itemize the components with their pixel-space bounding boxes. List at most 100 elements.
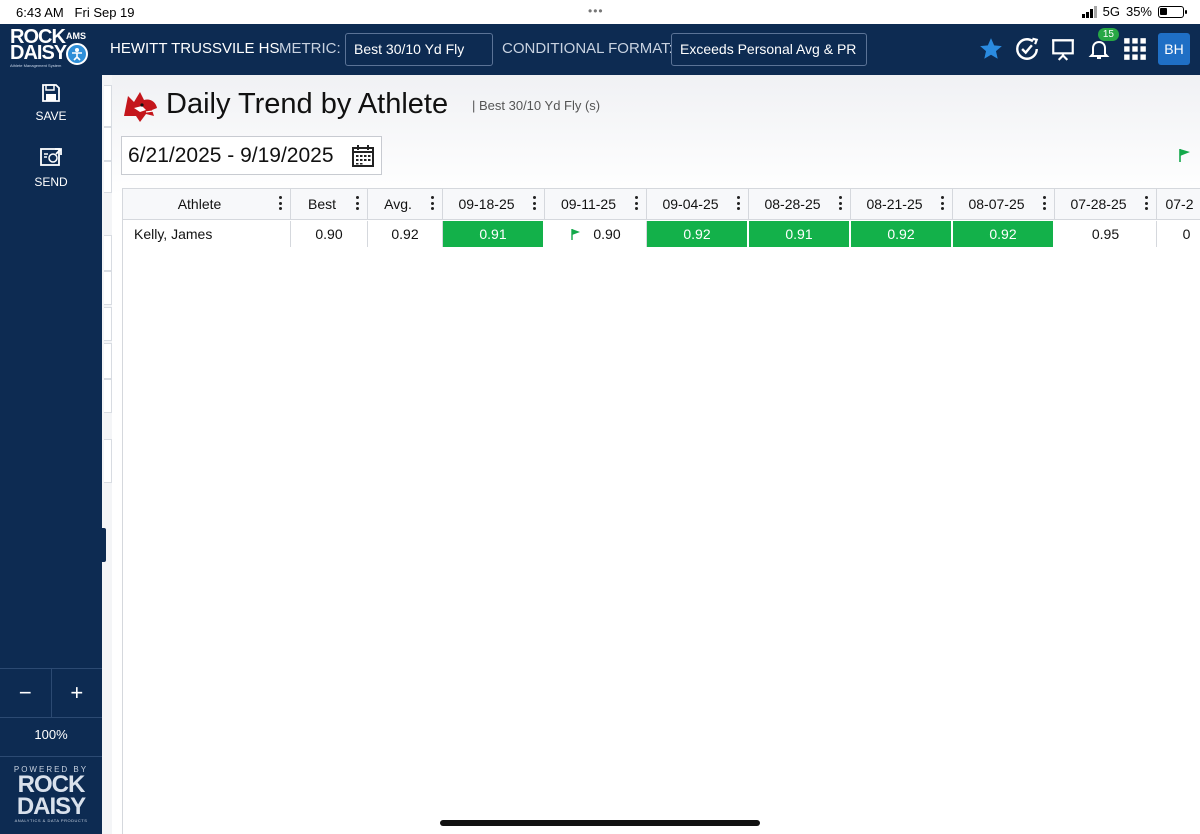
column-menu-icon[interactable] bbox=[839, 196, 842, 210]
trend-value-cell[interactable]: 0.91 bbox=[749, 221, 851, 247]
column-header[interactable]: Avg. bbox=[368, 189, 443, 219]
collapsed-panel-tab[interactable] bbox=[104, 343, 112, 379]
column-menu-icon[interactable] bbox=[279, 196, 282, 210]
column-header-label: 09-11-25 bbox=[560, 196, 616, 212]
logo-daisy: DAISY bbox=[10, 42, 67, 64]
left-sidebar: SAVE SEND − + 100% POWERED BY ROCK DAISY… bbox=[0, 75, 102, 834]
column-header-label: 08-21-25 bbox=[866, 196, 923, 212]
status-bar: 6:43 AM Fri Sep 19 ••• 5G 35% bbox=[0, 0, 1200, 24]
conditional-format-label: CONDITIONAL FORMAT: bbox=[502, 40, 673, 57]
column-header-label: 07-28-25 bbox=[1070, 196, 1127, 212]
favorite-star-icon[interactable] bbox=[978, 36, 1004, 62]
cell-value: Kelly, James bbox=[134, 226, 213, 242]
top-bar: ROCK AMS DAISY Athlete Management System… bbox=[0, 24, 1200, 88]
column-menu-icon[interactable] bbox=[1145, 196, 1148, 210]
top-toolbar: 15 BH bbox=[978, 28, 1190, 66]
column-header-label: Best bbox=[307, 196, 336, 212]
metric-selector[interactable]: Best 30/10 Yd Fly (s) bbox=[345, 33, 493, 88]
column-header[interactable]: Athlete bbox=[123, 189, 291, 219]
collapsed-panel-tab[interactable] bbox=[104, 271, 112, 305]
column-menu-icon[interactable] bbox=[737, 196, 740, 210]
powered-by-logo: POWERED BY ROCK DAISY ANALYTICS & DATA P… bbox=[0, 756, 102, 834]
status-time: 6:43 AM Fri Sep 19 bbox=[16, 5, 135, 20]
trend-value-cell[interactable]: 0.92 bbox=[647, 221, 749, 247]
column-header-label: 07-2 bbox=[1165, 196, 1194, 212]
cell-value: 0 bbox=[1182, 226, 1191, 242]
collapsed-panel-tab[interactable] bbox=[104, 161, 112, 193]
collapsed-panel-tab[interactable] bbox=[104, 307, 112, 341]
pr-flag-legend-icon[interactable] bbox=[1178, 147, 1192, 168]
powered-tagline: ANALYTICS & DATA PRODUCTS bbox=[14, 818, 88, 823]
trend-value-cell[interactable]: 0.95 bbox=[1055, 221, 1157, 247]
trend-value-cell[interactable]: 0 bbox=[1157, 221, 1200, 247]
collapsed-panel-tab[interactable] bbox=[104, 127, 112, 161]
collapsed-panel-tab[interactable] bbox=[104, 235, 112, 271]
date-range-picker[interactable]: 6/21/2025 - 9/19/2025 bbox=[121, 136, 382, 175]
calendar-icon[interactable] bbox=[351, 144, 375, 174]
column-header[interactable]: 09-18-25 bbox=[443, 189, 545, 219]
table-row[interactable]: Kelly, James 0.90 0.92 0.91 0.90 0.92 0.91 0.92… bbox=[123, 221, 1200, 247]
cell-value: 0.95 bbox=[1091, 226, 1120, 242]
logo-ams: AMS bbox=[66, 31, 86, 41]
refresh-check-icon[interactable] bbox=[1014, 36, 1040, 62]
powered-daisy: DAISY bbox=[16, 793, 86, 820]
column-menu-icon[interactable] bbox=[533, 196, 536, 210]
column-header[interactable]: 08-28-25 bbox=[749, 189, 851, 219]
save-button[interactable]: SAVE bbox=[0, 83, 102, 123]
column-header[interactable]: Best bbox=[291, 189, 368, 219]
collapsed-panel-tab[interactable] bbox=[104, 379, 112, 413]
signal-icon bbox=[1081, 5, 1097, 18]
presentation-icon[interactable] bbox=[1050, 36, 1076, 62]
column-menu-icon[interactable] bbox=[1043, 196, 1046, 210]
column-header[interactable]: 07-28-25 bbox=[1055, 189, 1157, 219]
cell-value: 0.92 bbox=[887, 226, 915, 242]
best-cell[interactable]: 0.90 bbox=[291, 221, 368, 247]
notifications-bell-icon[interactable]: 15 bbox=[1086, 28, 1119, 62]
column-menu-icon[interactable] bbox=[635, 196, 638, 210]
cell-value: 0.90 bbox=[593, 226, 621, 242]
athlete-name-cell[interactable]: Kelly, James bbox=[123, 221, 291, 247]
cell-value: 0.92 bbox=[391, 226, 419, 242]
trend-value-cell[interactable]: 0.92 bbox=[953, 221, 1055, 247]
send-button[interactable]: SEND bbox=[0, 145, 102, 189]
column-header[interactable]: 09-11-25 bbox=[545, 189, 647, 219]
battery-label: 35% bbox=[1125, 4, 1152, 19]
rock-daisy-logo[interactable]: ROCK AMS DAISY Athlete Management System bbox=[8, 27, 94, 72]
cell-value: 0.91 bbox=[479, 226, 507, 242]
trend-value-cell[interactable]: 0.92 bbox=[851, 221, 953, 247]
collapsed-panel-tab[interactable] bbox=[104, 85, 112, 127]
trend-value-cell[interactable]: 0.91 bbox=[443, 221, 545, 247]
column-menu-icon[interactable] bbox=[941, 196, 944, 210]
column-header[interactable]: 07-2 bbox=[1157, 189, 1200, 219]
table-header: Athlete Best Avg. 09-18-25 09-11-25 09-04-25 0… bbox=[123, 189, 1200, 220]
metric-label: METRIC: bbox=[279, 40, 341, 57]
panel-drag-handle[interactable] bbox=[102, 528, 106, 562]
logo-athlete-icon bbox=[66, 43, 88, 65]
conditional-format-selector[interactable]: Exceeds Personal Avg & PR bbox=[671, 33, 867, 66]
cell-value: 0.90 bbox=[315, 226, 343, 242]
column-header-label: 08-28-25 bbox=[764, 196, 821, 212]
column-header[interactable]: 08-21-25 bbox=[851, 189, 953, 219]
home-indicator[interactable] bbox=[440, 820, 760, 826]
zoom-level: 100% bbox=[34, 727, 68, 742]
column-menu-icon[interactable] bbox=[356, 196, 359, 210]
user-avatar[interactable]: BH bbox=[1158, 33, 1190, 65]
multitasking-dots-icon[interactable]: ••• bbox=[588, 4, 604, 18]
trend-value-cell[interactable]: 0.90 bbox=[545, 221, 647, 247]
column-header[interactable]: 08-07-25 bbox=[953, 189, 1055, 219]
organization-name: HEWITT TRUSSVILE HS bbox=[110, 40, 280, 57]
cell-value: 0.92 bbox=[683, 226, 711, 242]
column-menu-icon[interactable] bbox=[431, 196, 434, 210]
pr-flag-icon bbox=[570, 228, 581, 241]
zoom-out-button[interactable]: − bbox=[0, 669, 51, 717]
main-content: Daily Trend by Athlete | Best 30/10 Yd F… bbox=[112, 75, 1200, 834]
husky-mascot-logo bbox=[120, 86, 160, 126]
column-header-label: 08-07-25 bbox=[968, 196, 1025, 212]
cell-value: 0.91 bbox=[785, 226, 813, 242]
avg-cell[interactable]: 0.92 bbox=[368, 221, 443, 247]
zoom-in-button[interactable]: + bbox=[50, 669, 103, 717]
cell-value: 0.92 bbox=[989, 226, 1017, 242]
column-header[interactable]: 09-04-25 bbox=[647, 189, 749, 219]
collapsed-panel-tab[interactable] bbox=[104, 439, 112, 483]
apps-grid-icon[interactable] bbox=[1122, 36, 1148, 62]
